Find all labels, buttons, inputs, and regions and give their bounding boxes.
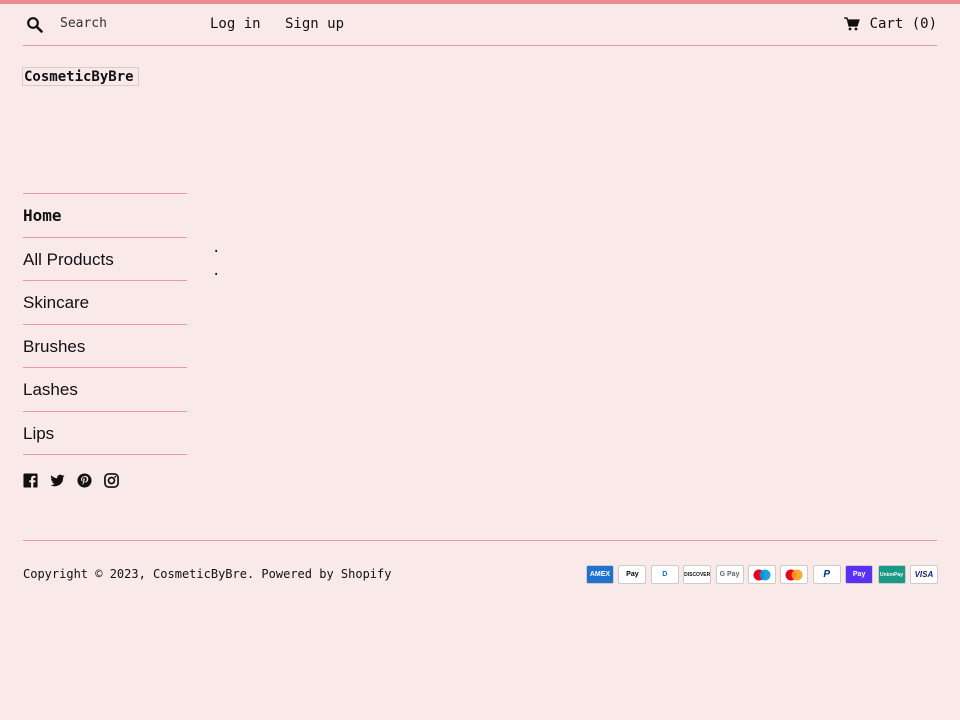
site-logo[interactable]: CosmeticByBre [22, 67, 139, 86]
sidebar-nav: Home All Products Skincare Brushes Lashe… [23, 193, 187, 455]
copyright-separator: . [246, 567, 262, 581]
sidebar-item-lips[interactable]: Lips [23, 412, 187, 455]
mastercard-icon-graphic [785, 569, 803, 580]
maestro-icon-graphic [753, 569, 771, 580]
shop-pay-icon: Pay [845, 565, 874, 584]
paypal-icon: P [812, 565, 841, 584]
diners-club-icon: D [650, 565, 679, 584]
login-link[interactable]: Log in [210, 16, 261, 32]
apple-pay-icon: Pay [618, 565, 647, 584]
shop-pay-icon-label: Pay [852, 571, 866, 578]
cart-label: Cart (0) [869, 16, 937, 32]
footer-brand-link[interactable]: CosmeticByBre [153, 567, 247, 581]
sidebar-item-home[interactable]: Home [23, 194, 187, 238]
union-pay-icon: UnionPay [877, 565, 906, 584]
amex-icon: AMEX [586, 565, 614, 584]
sidebar-item-all-products[interactable]: All Products [23, 238, 187, 281]
cart-icon [843, 17, 860, 31]
signup-link[interactable]: Sign up [285, 16, 344, 32]
amex-icon-label: AMEX [589, 571, 611, 578]
copyright: Copyright © 2023, CosmeticByBre. Powered… [23, 567, 391, 581]
search-input[interactable] [53, 12, 203, 34]
powered-by-link[interactable]: Powered by Shopify [261, 567, 391, 581]
paypal-icon-label: P [823, 569, 831, 580]
twitter-icon[interactable] [50, 473, 65, 488]
copyright-prefix: Copyright © 2023, [23, 567, 154, 581]
facebook-icon[interactable] [23, 473, 38, 488]
social-links [23, 473, 119, 488]
sidebar-item-brushes[interactable]: Brushes [23, 325, 187, 368]
instagram-icon[interactable] [104, 473, 119, 488]
visa-icon-label: VISA [914, 570, 934, 579]
mastercard-icon [780, 565, 809, 584]
header: Log in Sign up Cart (0) [23, 4, 937, 46]
search-icon[interactable] [26, 16, 44, 34]
payment-icons: AMEX Pay D DISCOVER G Pay P Pay UnionPay… [586, 565, 938, 584]
footer-divider [23, 540, 937, 541]
google-pay-icon: G Pay [715, 565, 744, 584]
pinterest-icon[interactable] [77, 473, 92, 488]
main-content-dot: . [212, 240, 221, 256]
google-pay-icon-label: G Pay [719, 571, 740, 578]
union-pay-icon-label: UnionPay [879, 571, 904, 578]
main-content-dot: . [212, 263, 221, 279]
diners-club-icon-label: D [662, 571, 668, 578]
discover-icon-label: DISCOVER [684, 571, 711, 578]
apple-pay-icon-label: Pay [626, 571, 639, 578]
discover-icon: DISCOVER [683, 565, 712, 584]
visa-icon: VISA [909, 565, 938, 584]
sidebar-item-lashes[interactable]: Lashes [23, 368, 187, 412]
cart-link[interactable]: Cart (0) [843, 16, 937, 32]
maestro-icon [747, 565, 776, 584]
sidebar-item-skincare[interactable]: Skincare [23, 281, 187, 325]
